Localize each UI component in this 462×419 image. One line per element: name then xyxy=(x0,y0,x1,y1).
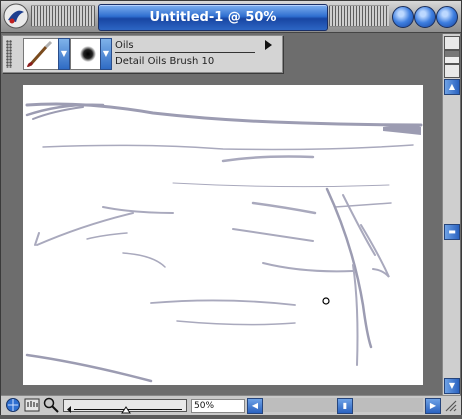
minimize-button[interactable] xyxy=(392,6,414,28)
vertical-scroll-thumb[interactable]: ▬ xyxy=(444,224,460,240)
sketch-strokes xyxy=(25,102,423,383)
grabber-hand-icon[interactable] xyxy=(23,397,41,413)
brush-property-bar: ▼ ▼ Oils Detail Oils Brush 10 xyxy=(2,35,283,73)
horizontal-scrollbar[interactable]: ▮ xyxy=(263,398,423,414)
drawing-mode-globe-icon[interactable] xyxy=(5,397,21,413)
zoom-level-field[interactable]: 50% xyxy=(191,399,245,413)
painter-app-icon[interactable] xyxy=(3,3,29,29)
scroll-up-button[interactable]: ▲ xyxy=(444,79,460,95)
maximize-button[interactable] xyxy=(414,6,436,28)
brush-cursor-icon xyxy=(322,297,330,305)
tracing-toggle-icon[interactable] xyxy=(444,64,460,78)
zoom-magnifier-icon[interactable] xyxy=(43,397,59,413)
title-grip-right xyxy=(329,5,389,27)
property-bar-grip[interactable] xyxy=(6,40,12,68)
window-title: Untitled-1 @ 50% xyxy=(98,4,328,31)
grid-toggle-icon[interactable] xyxy=(444,50,460,64)
flyout-menu-arrow-icon[interactable] xyxy=(265,40,272,50)
brush-category-dropdown[interactable]: ▼ xyxy=(58,38,70,70)
dropdown-arrow-icon: ▼ xyxy=(60,49,68,58)
brush-category-label: Oils xyxy=(115,40,255,53)
resize-grip-icon[interactable] xyxy=(443,398,457,412)
vertical-scrollbar[interactable]: ▲ ▬ ▼ xyxy=(442,34,460,396)
brush-category-selector[interactable] xyxy=(23,38,59,70)
brush-category-icon xyxy=(27,40,53,67)
drawing-mode-icon[interactable] xyxy=(444,36,460,50)
brush-variant-dropdown[interactable]: ▼ xyxy=(100,38,112,70)
zoom-slider[interactable] xyxy=(63,399,187,414)
brush-variant-label: Detail Oils Brush 10 xyxy=(115,56,215,67)
scroll-left-button[interactable]: ◀ xyxy=(247,398,263,414)
scroll-down-button[interactable]: ▼ xyxy=(444,378,460,394)
close-button[interactable] xyxy=(436,6,458,28)
zoom-slider-track xyxy=(67,406,182,414)
scroll-right-button[interactable]: ▶ xyxy=(425,398,441,414)
dropdown-arrow-icon: ▼ xyxy=(102,49,110,58)
status-bar: 50% ◀ ▮ ▶ xyxy=(1,395,461,415)
title-bar[interactable]: Untitled-1 @ 50% xyxy=(1,1,461,33)
drawing-canvas[interactable] xyxy=(23,85,423,385)
document-window: Untitled-1 @ 50% ▼ ▼ Oils Detail Oils Br… xyxy=(0,0,462,415)
horizontal-scroll-thumb[interactable]: ▮ xyxy=(337,398,353,414)
title-grip-left xyxy=(31,5,95,27)
